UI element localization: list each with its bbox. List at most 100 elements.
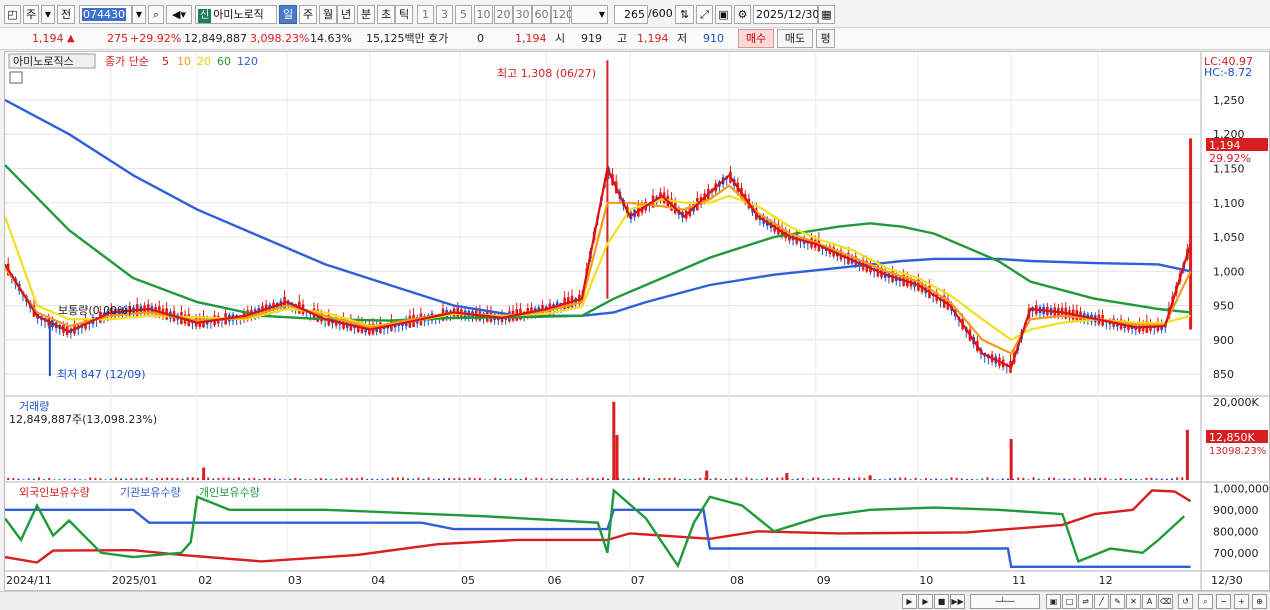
calendar-icon[interactable]: ▦ bbox=[818, 5, 835, 24]
period-minute-button[interactable]: 분 bbox=[357, 5, 375, 24]
interval-3-button[interactable]: 3 bbox=[436, 5, 453, 24]
volume-bar bbox=[735, 477, 738, 480]
undo-icon[interactable]: ↺ bbox=[1178, 594, 1193, 609]
period-month-button[interactable]: 월 bbox=[319, 5, 337, 24]
price-tick-label: 1,100 bbox=[1213, 197, 1245, 210]
volume-bar bbox=[853, 478, 856, 480]
interval-20-button[interactable]: 20 bbox=[494, 5, 513, 24]
ma-label: 종가 단순 bbox=[105, 55, 149, 68]
zoom-in-icon[interactable]: + bbox=[1234, 594, 1249, 609]
interval-5-button[interactable]: 5 bbox=[455, 5, 472, 24]
cross-icon[interactable]: ✕ bbox=[1126, 594, 1141, 609]
volume-bar bbox=[955, 477, 958, 480]
volume-bar bbox=[109, 478, 112, 480]
play-icon[interactable]: ▶ bbox=[918, 594, 933, 609]
period-week-button[interactable]: 주 bbox=[23, 5, 39, 24]
volume-bar bbox=[140, 478, 143, 480]
grid-toggle-icon[interactable] bbox=[9, 71, 23, 84]
crosshair-icon[interactable]: ⊕ bbox=[1252, 594, 1267, 609]
volume-bar bbox=[78, 479, 81, 480]
holdings-line-1 bbox=[5, 508, 1191, 568]
period-tick-button[interactable]: 틱 bbox=[395, 5, 413, 24]
search-icon[interactable]: ⌕ bbox=[148, 5, 164, 24]
prev-button[interactable]: 전 bbox=[57, 5, 75, 24]
chart-menu-icon[interactable]: ◰ bbox=[4, 5, 21, 24]
interval-60-button[interactable]: 60 bbox=[532, 5, 551, 24]
indicator-icon[interactable]: ⇅ bbox=[675, 5, 694, 24]
volume-bar bbox=[709, 478, 712, 480]
interval-30-button[interactable]: 30 bbox=[513, 5, 532, 24]
sound-icon[interactable]: ◀▾ bbox=[166, 5, 192, 24]
volume-bar bbox=[806, 479, 809, 480]
volume-bar bbox=[407, 478, 410, 480]
stop-icon[interactable]: ■ bbox=[934, 594, 949, 609]
volume-bar bbox=[1094, 478, 1097, 480]
volume-bar bbox=[448, 478, 451, 480]
volume-bar bbox=[391, 477, 394, 480]
tool-icon[interactable]: ✎ bbox=[1110, 594, 1125, 609]
sell-button[interactable]: 매도 bbox=[777, 29, 813, 48]
volume-bar bbox=[1114, 478, 1117, 480]
volume-bar bbox=[53, 479, 56, 480]
volume-bar bbox=[1181, 477, 1184, 480]
volume-bar bbox=[1042, 479, 1045, 480]
period-year-button[interactable]: 년 bbox=[337, 5, 355, 24]
volume-bar bbox=[971, 478, 974, 480]
window-icon[interactable]: □ bbox=[1062, 594, 1077, 609]
zoom-out-icon[interactable]: − bbox=[1216, 594, 1231, 609]
stock-code-input[interactable]: 074430 bbox=[79, 5, 132, 24]
volume-bar bbox=[499, 478, 502, 480]
volume-bar bbox=[125, 478, 128, 480]
volume-bar bbox=[453, 478, 456, 480]
time-tick-label: 04 bbox=[371, 574, 385, 587]
buy-button[interactable]: 매수 bbox=[738, 29, 774, 48]
interval-10-button[interactable]: 10 bbox=[474, 5, 493, 24]
volume-bar bbox=[309, 479, 312, 480]
period-day-button[interactable]: 일 bbox=[279, 5, 297, 24]
period-dropdown-icon[interactable]: ▼ bbox=[41, 5, 55, 24]
volume-bar bbox=[678, 478, 681, 480]
volume-bar bbox=[401, 477, 404, 480]
zoom-slider[interactable]: ─┴── bbox=[970, 594, 1040, 609]
volume-bar bbox=[386, 478, 389, 480]
draw-tool-icon[interactable]: ⤢ bbox=[696, 5, 713, 24]
ma60-label: 60 bbox=[217, 55, 231, 68]
trend-icon[interactable]: ╱ bbox=[1094, 594, 1109, 609]
volume-bar bbox=[889, 478, 892, 480]
volume-bar bbox=[130, 478, 133, 480]
interval-120-button[interactable]: 120 bbox=[551, 5, 573, 24]
time-tick-label: 03 bbox=[288, 574, 302, 587]
stock-name-field[interactable]: 신 아미노로직 bbox=[195, 5, 277, 24]
eraser-icon[interactable]: ⌫ bbox=[1158, 594, 1173, 609]
volume-bar bbox=[119, 478, 122, 480]
volume-bar bbox=[914, 477, 917, 480]
code-dropdown-icon[interactable]: ▼ bbox=[132, 5, 146, 24]
text-icon[interactable]: A bbox=[1142, 594, 1157, 609]
count-input[interactable]: 265 bbox=[614, 5, 648, 24]
period-week2-button[interactable]: 주 bbox=[299, 5, 317, 24]
volume-bar bbox=[7, 477, 10, 480]
time-tick-label: 2025/01 bbox=[112, 574, 158, 587]
volume-bar bbox=[730, 478, 733, 480]
chart-area[interactable]: 850 900 950 1,000 1,050 1,100 1,150 1,200 1,250 2… bbox=[3, 51, 1270, 591]
volume-bar bbox=[724, 478, 727, 480]
scroll-left-icon[interactable]: ▶ bbox=[902, 594, 917, 609]
flat-button[interactable]: 평 bbox=[816, 29, 835, 48]
scroll-right-icon[interactable]: ▶▶ bbox=[950, 594, 965, 609]
time-tick-label: 07 bbox=[631, 574, 645, 587]
gear-icon[interactable]: ⚙ bbox=[734, 5, 751, 24]
date-input[interactable]: 2025/12/30 bbox=[753, 5, 819, 24]
period-second-button[interactable]: 초 bbox=[377, 5, 395, 24]
volume-bar bbox=[1083, 477, 1086, 480]
volume-bar bbox=[207, 477, 210, 480]
volume-bar bbox=[673, 477, 676, 480]
search-zoom-icon[interactable]: ⌕ bbox=[1198, 594, 1213, 609]
volume-bar bbox=[135, 478, 138, 480]
save-icon[interactable]: ▣ bbox=[715, 5, 732, 24]
interval-custom-dropdown[interactable]: ▼ bbox=[571, 5, 608, 24]
volume-last-text: 12,850K bbox=[1209, 431, 1255, 444]
layout-icon[interactable]: ▣ bbox=[1046, 594, 1061, 609]
interval-1-button[interactable]: 1 bbox=[417, 5, 434, 24]
hoga-price: 1,194 bbox=[515, 32, 547, 45]
compare-icon[interactable]: ⇌ bbox=[1078, 594, 1093, 609]
